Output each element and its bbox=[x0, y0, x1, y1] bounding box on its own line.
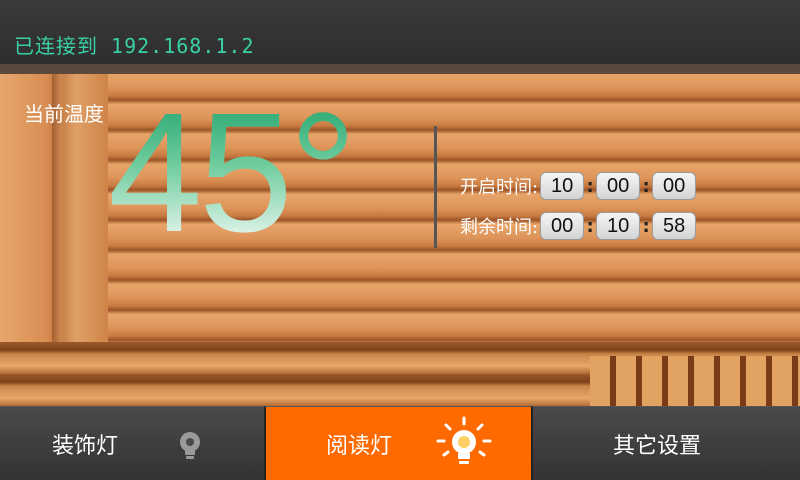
other-settings-button[interactable]: 其它设置 bbox=[531, 406, 800, 480]
other-settings-label: 其它设置 bbox=[613, 433, 702, 459]
current-temperature-value: 45° bbox=[108, 78, 357, 268]
start-time-hours[interactable]: 10 bbox=[540, 172, 585, 200]
remaining-time-hours[interactable]: 00 bbox=[540, 212, 585, 240]
remaining-time-seconds[interactable]: 58 bbox=[652, 212, 697, 240]
remaining-time-row: 剩余时间: 00 : 10 : 58 bbox=[460, 211, 697, 241]
status-bar: 已连接到 192.168.1.2 bbox=[0, 0, 800, 74]
status-bar-strip bbox=[0, 64, 800, 74]
bulb-icon bbox=[176, 431, 204, 469]
start-time-label: 开启时间: bbox=[460, 177, 539, 198]
remaining-time-label: 剩余时间: bbox=[460, 217, 539, 238]
remaining-time-minutes[interactable]: 10 bbox=[596, 212, 641, 240]
reading-light-label: 阅读灯 bbox=[326, 433, 393, 459]
start-time-seconds[interactable]: 00 bbox=[652, 172, 697, 200]
decor-light-button[interactable]: 装饰灯 bbox=[0, 406, 264, 480]
connection-status: 已连接到 192.168.1.2 bbox=[14, 34, 255, 58]
reading-light-button[interactable]: 阅读灯 bbox=[264, 406, 531, 480]
current-temperature-label: 当前温度 bbox=[24, 102, 104, 126]
time-separator: : bbox=[642, 215, 650, 237]
bottom-nav: 装饰灯 阅读灯 其它设置 bbox=[0, 406, 800, 480]
decor-light-label: 装饰灯 bbox=[52, 433, 119, 459]
bulb-glow-icon bbox=[434, 415, 494, 477]
start-time-minutes[interactable]: 00 bbox=[596, 172, 641, 200]
time-separator: : bbox=[586, 175, 594, 197]
start-time-row: 开启时间: 10 : 00 : 00 bbox=[460, 171, 697, 201]
time-separator: : bbox=[586, 215, 594, 237]
divider bbox=[434, 126, 437, 248]
wood-slats bbox=[590, 356, 800, 406]
time-separator: : bbox=[642, 175, 650, 197]
